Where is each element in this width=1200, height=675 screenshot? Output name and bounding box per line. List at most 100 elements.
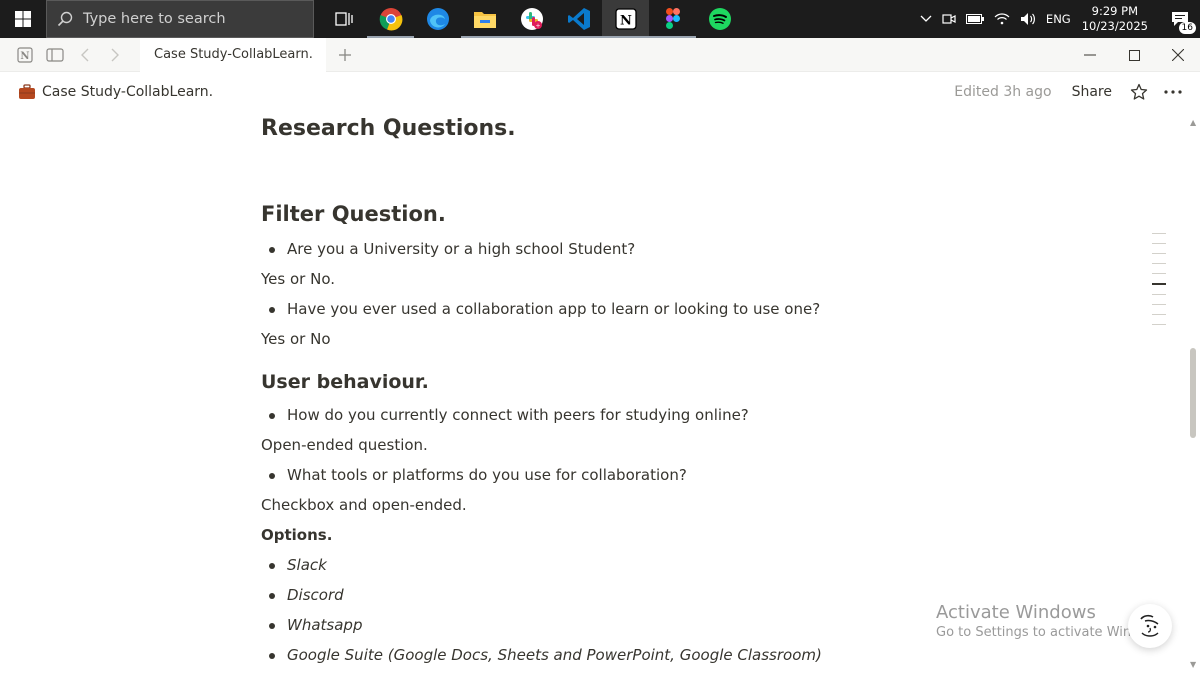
- vertical-scrollbar[interactable]: ▲ ▼: [1186, 112, 1200, 675]
- help-button[interactable]: [1128, 604, 1172, 648]
- question-text: Are you a University or a high school St…: [287, 240, 636, 258]
- bullet-icon: [269, 593, 275, 599]
- chevron-up-icon[interactable]: [920, 15, 932, 23]
- more-options-icon[interactable]: [1160, 90, 1186, 94]
- toc-line-current[interactable]: [1152, 283, 1166, 285]
- svg-text:N: N: [620, 14, 632, 29]
- share-button[interactable]: Share: [1072, 84, 1112, 100]
- toc-line[interactable]: [1152, 304, 1166, 305]
- vscode-icon: [567, 8, 590, 30]
- scroll-down-arrow-icon[interactable]: ▼: [1190, 660, 1196, 669]
- taskbar-file-explorer[interactable]: [461, 0, 508, 38]
- windows-taskbar: Type here to search + N ENG 9:29 PM 10/2…: [0, 0, 1200, 38]
- toc-line[interactable]: [1152, 324, 1166, 325]
- list-item[interactable]: What tools or platforms do you use for c…: [261, 466, 687, 484]
- app-title-bar: N Case Study-CollabLearn.: [0, 37, 1200, 72]
- page-topbar: Case Study-CollabLearn. Edited 3h ago Sh…: [0, 72, 1200, 112]
- taskbar-clock[interactable]: 9:29 PM 10/23/2025: [1082, 4, 1148, 34]
- sidebar-toggle-icon[interactable]: [44, 44, 66, 66]
- taskbar-edge[interactable]: [414, 0, 461, 38]
- bullet-icon: [269, 653, 275, 659]
- option-text: Google Suite (Google Docs, Sheets and Po…: [287, 646, 822, 664]
- briefcase-icon: [18, 84, 36, 100]
- bullet-icon: [269, 247, 275, 253]
- notification-count: 16: [1178, 22, 1196, 34]
- toc-line[interactable]: [1152, 253, 1166, 254]
- forward-arrow-icon[interactable]: [104, 44, 126, 66]
- taskbar-spotify[interactable]: [696, 0, 743, 38]
- spotify-icon: [708, 8, 731, 30]
- notion-logo-icon[interactable]: N: [14, 44, 36, 66]
- clock-date: 10/23/2025: [1081, 19, 1148, 33]
- bullet-icon: [269, 563, 275, 569]
- taskbar-slack[interactable]: +: [508, 0, 555, 38]
- scrollbar-thumb[interactable]: [1190, 348, 1196, 438]
- list-item[interactable]: Are you a University or a high school St…: [261, 240, 635, 258]
- wifi-icon[interactable]: [994, 13, 1010, 25]
- user-behaviour-heading[interactable]: User behaviour.: [261, 371, 429, 393]
- edited-timestamp: Edited 3h ago: [954, 84, 1052, 100]
- maximize-icon: [1128, 49, 1140, 61]
- toc-line[interactable]: [1152, 233, 1166, 234]
- volume-icon[interactable]: [1020, 12, 1036, 26]
- tab-case-study[interactable]: Case Study-CollabLearn.: [140, 37, 326, 72]
- filter-question-heading[interactable]: Filter Question.: [261, 202, 446, 226]
- list-item[interactable]: How do you currently connect with peers …: [261, 406, 749, 424]
- toc-line[interactable]: [1152, 263, 1166, 264]
- edge-icon: [426, 8, 449, 30]
- svg-text:N: N: [20, 51, 29, 62]
- slack-icon: +: [520, 8, 543, 30]
- option-item[interactable]: Slack: [261, 556, 327, 574]
- taskbar-search-box[interactable]: Type here to search: [46, 0, 314, 38]
- minimize-button[interactable]: [1068, 38, 1112, 72]
- search-placeholder: Type here to search: [83, 11, 226, 27]
- scroll-up-arrow-icon[interactable]: ▲: [1190, 118, 1196, 127]
- taskbar-notion[interactable]: N: [602, 0, 649, 38]
- breadcrumb-title: Case Study-CollabLearn.: [42, 84, 214, 100]
- favorite-star-icon[interactable]: [1126, 83, 1152, 101]
- option-item[interactable]: Discord: [261, 586, 344, 604]
- answer-text[interactable]: Checkbox and open-ended.: [261, 496, 467, 514]
- taskbar-figma[interactable]: [649, 0, 696, 38]
- windows-logo-icon: [15, 11, 31, 27]
- option-text: Discord: [287, 586, 344, 604]
- option-item[interactable]: Google Suite (Google Docs, Sheets and Po…: [261, 646, 822, 664]
- question-text: How do you currently connect with peers …: [287, 406, 749, 424]
- bullet-icon: [269, 413, 275, 419]
- toc-line[interactable]: [1152, 273, 1166, 274]
- bullet-icon: [269, 473, 275, 479]
- option-item[interactable]: Whatsapp: [261, 616, 362, 634]
- meet-now-icon[interactable]: [942, 12, 956, 26]
- language-indicator[interactable]: ENG: [1046, 12, 1071, 26]
- task-view-icon: [334, 12, 353, 26]
- answer-text[interactable]: Open-ended question.: [261, 436, 428, 454]
- windows-start-button[interactable]: [0, 0, 46, 38]
- toc-line[interactable]: [1152, 314, 1166, 315]
- back-arrow-icon[interactable]: [74, 44, 96, 66]
- new-tab-button[interactable]: [330, 38, 360, 72]
- table-of-contents-minimap[interactable]: [1152, 233, 1168, 334]
- minimize-icon: [1084, 54, 1096, 56]
- toc-line[interactable]: [1152, 243, 1166, 244]
- task-view-button[interactable]: [320, 0, 367, 38]
- taskbar-chrome[interactable]: [367, 0, 414, 38]
- list-item[interactable]: Have you ever used a collaboration app t…: [261, 300, 820, 318]
- answer-text[interactable]: Yes or No.: [261, 270, 335, 288]
- options-label[interactable]: Options.: [261, 526, 332, 544]
- question-text: Have you ever used a collaboration app t…: [287, 300, 821, 318]
- breadcrumb[interactable]: Case Study-CollabLearn.: [0, 84, 213, 100]
- tab-title: Case Study-CollabLearn.: [154, 47, 313, 62]
- chrome-icon: [379, 8, 402, 31]
- bullet-icon: [269, 307, 275, 313]
- close-button[interactable]: [1156, 38, 1200, 72]
- svg-text:+: +: [535, 23, 540, 30]
- system-tray: ENG 9:29 PM 10/23/2025 16: [915, 0, 1200, 38]
- option-text: Whatsapp: [287, 616, 363, 634]
- battery-icon[interactable]: [965, 14, 984, 24]
- maximize-button[interactable]: [1112, 38, 1156, 72]
- answer-text[interactable]: Yes or No: [261, 330, 331, 348]
- research-questions-heading[interactable]: Research Questions.: [261, 116, 516, 141]
- taskbar-vscode[interactable]: [555, 0, 602, 38]
- notification-center-button[interactable]: 16: [1160, 0, 1200, 38]
- toc-line[interactable]: [1152, 294, 1166, 295]
